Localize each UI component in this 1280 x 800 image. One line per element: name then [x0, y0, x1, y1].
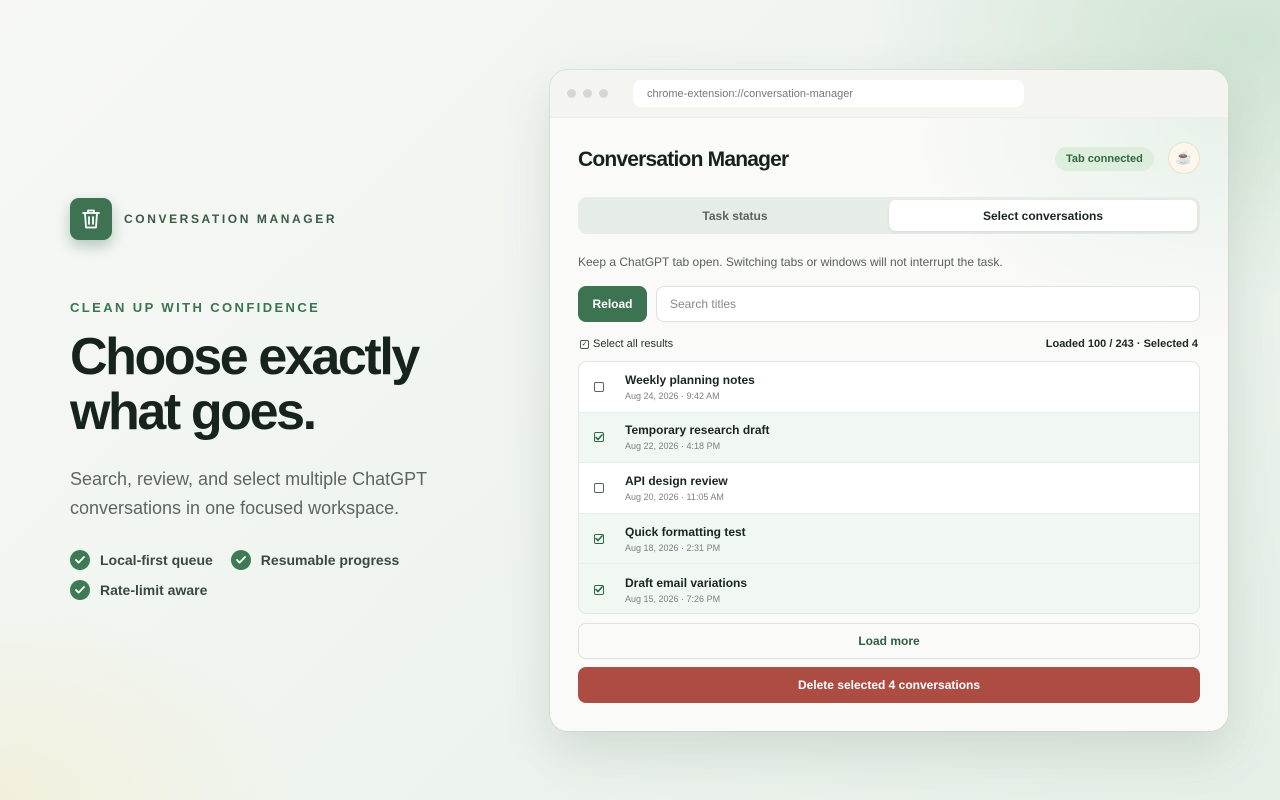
- feature-item: Rate-limit aware: [70, 580, 207, 600]
- feature-list: Local-first queue Resumable progress Rat…: [70, 550, 470, 600]
- eyebrow: CLEAN UP WITH CONFIDENCE: [70, 300, 321, 315]
- feature-label: Rate-limit aware: [100, 582, 208, 598]
- conversation-row[interactable]: Weekly planning notes Aug 24, 2026 · 9:4…: [579, 362, 1199, 413]
- conversation-title: Quick formatting test: [625, 524, 746, 539]
- hint-text: Keep a ChatGPT tab open. Switching tabs …: [578, 255, 1003, 269]
- conversation-title: API design review: [625, 473, 728, 488]
- conversation-text: Temporary research draft Aug 22, 2026 · …: [625, 423, 770, 451]
- conversation-row[interactable]: Draft email variations Aug 15, 2026 · 7:…: [579, 564, 1199, 613]
- check-circle-icon: [70, 580, 90, 600]
- coffee-icon[interactable]: ☕: [1168, 142, 1200, 174]
- conversation-text: Weekly planning notes Aug 24, 2026 · 9:4…: [625, 373, 755, 401]
- conversation-list: Weekly planning notes Aug 24, 2026 · 9:4…: [578, 361, 1200, 614]
- reload-button[interactable]: Reload: [578, 286, 647, 322]
- extension-panel: Conversation Manager Tab connected ☕ Tas…: [550, 118, 1228, 731]
- load-count: Loaded 100 / 243 · Selected 4: [1045, 338, 1198, 350]
- window-dot[interactable]: [583, 89, 592, 98]
- feature-label: Local-first queue: [100, 552, 213, 568]
- window-dot[interactable]: [567, 89, 576, 98]
- trash-icon: [70, 198, 112, 240]
- checkbox-unchecked-icon[interactable]: [594, 482, 604, 493]
- conversation-date: Aug 18, 2026 · 2:31 PM: [625, 542, 721, 553]
- app-title: Conversation Manager: [578, 148, 789, 171]
- browser-window: chrome-extension://conversation-manager …: [550, 70, 1228, 731]
- conversation-text: Draft email variations Aug 15, 2026 · 7:…: [625, 576, 747, 604]
- checkbox-checked-icon: ✓: [580, 339, 589, 349]
- headline: Choose exactly what goes.: [70, 330, 490, 440]
- load-more-button[interactable]: Load more: [578, 623, 1200, 659]
- feature-label: Resumable progress: [260, 552, 400, 568]
- feature-item: Resumable progress: [230, 550, 400, 570]
- address-bar[interactable]: chrome-extension://conversation-manager: [633, 80, 1024, 107]
- conversation-text: API design review Aug 20, 2026 · 11:05 A…: [625, 474, 728, 502]
- window-controls: [567, 89, 608, 98]
- checkbox-checked-icon[interactable]: [594, 584, 604, 595]
- search-input[interactable]: [656, 286, 1200, 322]
- hero-subtitle: Search, review, and select multiple Chat…: [70, 469, 427, 518]
- conversation-date: Aug 22, 2026 · 4:18 PM: [625, 441, 721, 452]
- conversation-text: Quick formatting test Aug 18, 2026 · 2:3…: [625, 525, 746, 553]
- headline-line-2: what goes.: [70, 383, 317, 441]
- conversation-date: Aug 15, 2026 · 7:26 PM: [625, 593, 721, 604]
- select-all-checkbox[interactable]: ✓ Select all results: [580, 338, 673, 350]
- select-all-label: Select all results: [593, 338, 674, 350]
- conversation-title: Draft email variations: [625, 575, 748, 590]
- tab-task-status[interactable]: Task status: [581, 200, 889, 231]
- conversation-date: Aug 20, 2026 · 11:05 AM: [625, 491, 724, 502]
- browser-titlebar: chrome-extension://conversation-manager: [550, 70, 1228, 118]
- check-circle-icon: [230, 550, 251, 570]
- checkbox-unchecked-icon[interactable]: [594, 381, 604, 392]
- window-dot[interactable]: [599, 89, 608, 98]
- delete-selected-button[interactable]: Delete selected 4 conversations: [578, 667, 1200, 703]
- checkbox-checked-icon[interactable]: [594, 432, 604, 443]
- brand-name: CONVERSATION MANAGER: [124, 212, 338, 226]
- conversation-title: Temporary research draft: [625, 423, 770, 438]
- headline-line-1: Choose exactly: [70, 328, 420, 386]
- checkbox-checked-icon[interactable]: [594, 533, 604, 544]
- brand: CONVERSATION MANAGER: [70, 198, 337, 240]
- conversation-row[interactable]: Temporary research draft Aug 22, 2026 · …: [579, 412, 1199, 464]
- status-badge: Tab connected: [1055, 147, 1154, 171]
- check-circle-icon: [70, 550, 90, 570]
- feature-item: Local-first queue: [70, 550, 213, 570]
- conversation-date: Aug 24, 2026 · 9:42 AM: [625, 390, 720, 401]
- conversation-row[interactable]: Quick formatting test Aug 18, 2026 · 2:3…: [579, 513, 1199, 565]
- tab-select-conversations[interactable]: Select conversations: [889, 200, 1197, 231]
- conversation-row[interactable]: API design review Aug 20, 2026 · 11:05 A…: [579, 463, 1199, 514]
- conversation-title: Weekly planning notes: [625, 372, 755, 387]
- tab-bar: Task status Select conversations: [578, 197, 1200, 234]
